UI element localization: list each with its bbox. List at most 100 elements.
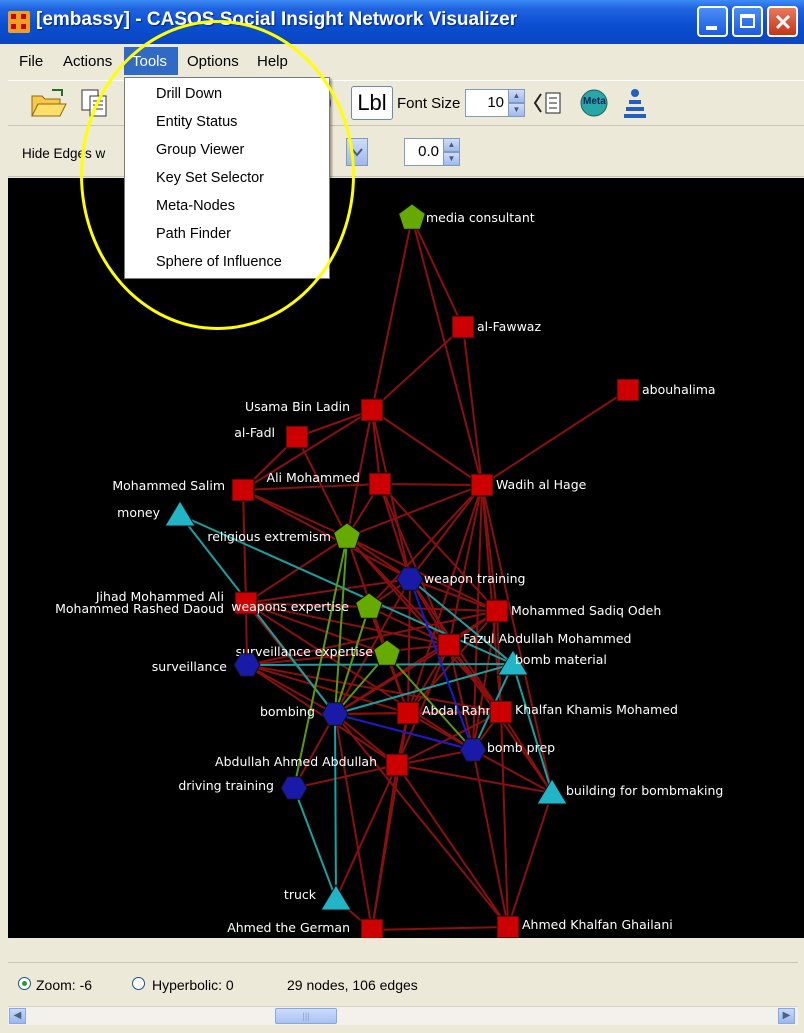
edge-threshold-input[interactable]: 0.0 (404, 138, 444, 166)
menu-file[interactable]: File (19, 53, 43, 70)
graph-edge-resource (334, 713, 337, 900)
hierarchy-icon (624, 89, 646, 118)
node-label-khalfan: Khalfan Khamis Mohamed (515, 702, 678, 717)
menu-actions[interactable]: Actions (63, 53, 112, 70)
node-fazul[interactable] (437, 633, 461, 657)
node-ghailani[interactable] (496, 915, 520, 938)
hide-edges-label: Hide Edges w (22, 146, 106, 161)
window-title: [embassy] - CASOS Social Insight Network… (36, 9, 518, 30)
minimize-button[interactable] (697, 6, 728, 37)
close-button[interactable] (767, 6, 798, 37)
maximize-icon (740, 14, 755, 28)
font-size-stepper[interactable]: ▲ ▼ (508, 89, 525, 117)
scroll-left-icon[interactable]: ◀ (9, 1008, 26, 1024)
node-truck[interactable] (320, 884, 352, 911)
node-usama[interactable] (360, 398, 384, 422)
meta-button-label: Meta (583, 96, 606, 107)
node-label-ghailani: Ahmed Khalfan Ghailani (522, 917, 673, 932)
menu-item-meta-nodes[interactable]: Meta-Nodes (156, 198, 235, 214)
node-label-rashed: Mohammed Rashed Daoud (55, 601, 224, 616)
graph-edge (371, 764, 398, 931)
zoom-radio[interactable] (18, 977, 31, 990)
network-canvas[interactable]: media consultant al-Fawwaz abouhalima Usama… (8, 178, 804, 938)
network-graph[interactable]: media consultant al-Fawwaz abouhalima Usama… (8, 178, 804, 938)
node-al-fawwaz[interactable] (451, 315, 475, 339)
comparison-dropdown-button[interactable] (346, 138, 368, 166)
legend-button[interactable] (533, 88, 565, 118)
graph-edge (379, 483, 483, 486)
minimize-icon (706, 26, 717, 30)
node-label-bomb-material: bomb material (515, 652, 607, 667)
label-toggle-button[interactable]: Lbl (351, 86, 393, 120)
node-label-al-fawwaz: al-Fawwaz (477, 319, 541, 334)
menu-item-sphere-of-influence[interactable]: Sphere of Influence (156, 254, 282, 270)
node-label-mohammed-salim: Mohammed Salim (112, 478, 225, 493)
node-label-ali-mohammed: Ali Mohammed (267, 470, 360, 485)
maximize-button[interactable] (732, 6, 763, 37)
hierarchy-button[interactable] (622, 88, 648, 120)
node-label-weapons-expertise: weapons expertise (231, 599, 349, 614)
menu-item-entity-status[interactable]: Entity Status (156, 114, 237, 130)
node-mohammed-salim[interactable] (231, 478, 255, 502)
menu-options[interactable]: Options (187, 53, 239, 70)
node-bomb-prep[interactable] (459, 738, 487, 762)
graph-edge (462, 326, 483, 486)
graph-edge (371, 217, 413, 411)
node-religious[interactable] (333, 522, 361, 549)
copy-icon (81, 89, 107, 117)
node-label-building: building for bombmaking (566, 783, 723, 798)
node-label-money: money (117, 505, 160, 520)
node-label-abouhalima: abouhalima (642, 382, 716, 397)
node-label-truck: truck (284, 887, 317, 902)
node-label-religious: religious extremism (207, 529, 331, 544)
legend-icon (533, 92, 561, 114)
edge-threshold-stepper[interactable]: ▲ ▼ (443, 138, 460, 166)
menu-item-key-set-selector[interactable]: Key Set Selector (156, 170, 264, 186)
font-size-input[interactable]: 10 (465, 89, 509, 117)
node-abouhalima[interactable] (616, 378, 640, 402)
copy-button[interactable] (78, 86, 112, 120)
node-label-wadih: Wadih al Hage (496, 477, 587, 492)
open-folder-button[interactable] (28, 86, 68, 120)
scroll-thumb[interactable]: ||| (275, 1008, 337, 1024)
stepper-down-icon[interactable]: ▼ (443, 152, 460, 166)
node-sadiq[interactable] (485, 599, 509, 623)
status-bar: Zoom: -6 Hyperbolic: 0 29 nodes, 106 edg… (8, 962, 798, 1001)
graph-edge (371, 926, 509, 931)
stepper-up-icon[interactable]: ▲ (508, 89, 525, 103)
meta-button[interactable]: Meta (578, 88, 610, 118)
graph-edge (371, 326, 464, 411)
node-ahmed-german[interactable] (360, 918, 384, 938)
scroll-right-icon[interactable]: ▶ (778, 1008, 795, 1024)
node-label-bombing: bombing (260, 704, 315, 719)
node-khalfan[interactable] (489, 700, 513, 724)
node-money[interactable] (164, 500, 196, 527)
hyperbolic-radio[interactable] (132, 977, 145, 990)
graph-edge (396, 764, 553, 794)
title-bar[interactable]: [embassy] - CASOS Social Insight Network… (0, 0, 804, 45)
node-surveillance-expertise[interactable] (373, 639, 401, 666)
tools-dropdown-menu: Drill Down Entity Status Group Viewer Ke… (124, 77, 330, 279)
node-label-fazul: Fazul Abdullah Mohammed (463, 631, 631, 646)
horizontal-scrollbar[interactable]: ◀ ||| ▶ (8, 1006, 798, 1025)
node-label-driving: driving training (178, 778, 274, 793)
node-driving[interactable] (280, 776, 308, 800)
menu-help[interactable]: Help (257, 53, 288, 70)
folder-icon (31, 89, 67, 117)
node-al-fadl[interactable] (285, 425, 309, 449)
node-media-consultant[interactable] (398, 203, 426, 230)
font-size-label: Font Size (397, 95, 461, 112)
graph-edge (507, 792, 553, 928)
node-ali-mohammed[interactable] (368, 472, 392, 496)
node-abdullah[interactable] (385, 753, 409, 777)
menu-tools[interactable]: Tools (132, 53, 167, 70)
graph-edge (242, 489, 247, 604)
menu-item-drill-down[interactable]: Drill Down (156, 86, 222, 102)
node-wadih[interactable] (470, 473, 494, 497)
menu-item-path-finder[interactable]: Path Finder (156, 226, 231, 242)
node-abdal[interactable] (396, 701, 420, 725)
stepper-up-icon[interactable]: ▲ (443, 138, 460, 152)
stepper-down-icon[interactable]: ▼ (508, 103, 525, 117)
menu-item-group-viewer[interactable]: Group Viewer (156, 142, 244, 158)
graph-edge-resource (512, 663, 553, 794)
